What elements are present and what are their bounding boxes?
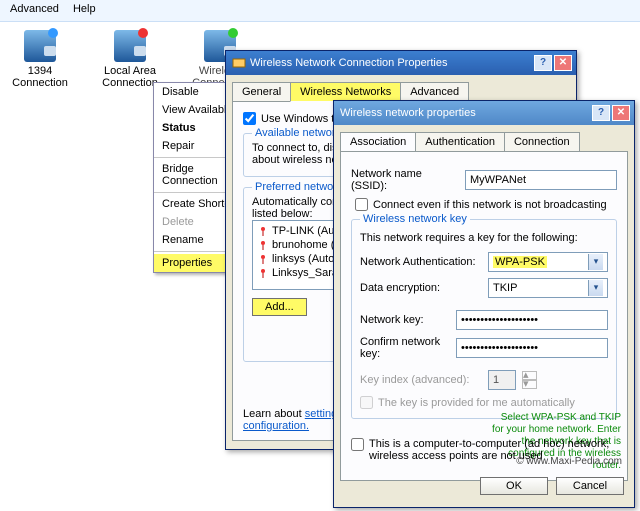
menu-help[interactable]: Help	[73, 3, 96, 18]
confkey-input[interactable]	[456, 338, 608, 358]
tab-association[interactable]: Association	[340, 132, 416, 152]
spinner-down-icon: ▾	[522, 380, 537, 389]
keyidx-input	[488, 370, 516, 390]
tab-page: Network name (SSID): Connect even if thi…	[340, 151, 628, 481]
cancel-button[interactable]: Cancel	[556, 477, 624, 495]
credit-text: © www.Maxi-Pedia.com	[516, 456, 622, 467]
confkey-label: Confirm network key:	[360, 336, 450, 360]
netauth-label: Network Authentication:	[360, 256, 482, 268]
dataenc-combo[interactable]: TKIP ▾	[488, 278, 608, 298]
conn-label: 1394 Connection	[10, 65, 70, 89]
titlebar[interactable]: Wireless network properties ? ✕	[334, 101, 634, 125]
tab-advanced[interactable]: Advanced	[400, 82, 469, 102]
combo-value: WPA-PSK	[493, 256, 547, 268]
chevron-down-icon[interactable]: ▾	[588, 254, 603, 270]
connect-even-label: Connect even if this network is not broa…	[373, 199, 607, 211]
antenna-icon	[258, 226, 268, 236]
dataenc-label: Data encryption:	[360, 282, 482, 294]
antenna-icon	[258, 240, 268, 250]
autokey-label: The key is provided for me automatically	[378, 397, 575, 409]
window-icon	[232, 56, 246, 70]
window-title: Wireless network properties	[340, 107, 590, 119]
wireless-key-group: Wireless network key This network requir…	[351, 219, 617, 419]
tabs: General Wireless Networks Advanced	[232, 82, 570, 102]
network-icon	[114, 30, 146, 62]
wireless-network-properties-window: Wireless network properties ? ✕ Associat…	[333, 100, 635, 508]
help-button[interactable]: ?	[592, 105, 610, 121]
tab-connection[interactable]: Connection	[504, 132, 580, 152]
ssid-label: Network name (SSID):	[351, 168, 459, 192]
menubar: Advanced Help	[0, 0, 640, 22]
add-button[interactable]: Add...	[252, 298, 307, 316]
combo-value: TKIP	[493, 282, 517, 294]
conn-label: Local Area Connection	[100, 65, 160, 89]
chevron-down-icon[interactable]: ▾	[588, 280, 603, 296]
netkey-label: Network key:	[360, 314, 450, 326]
connections-area: 1394 Connection Local Area Connection Wi…	[10, 30, 250, 89]
antenna-icon	[258, 268, 268, 278]
help-button[interactable]: ?	[534, 55, 552, 71]
conn-lan[interactable]: Local Area Connection	[100, 30, 160, 89]
use-windows-checkbox[interactable]	[243, 112, 256, 125]
keyidx-label: Key index (advanced):	[360, 374, 482, 386]
antenna-icon	[258, 254, 268, 264]
tabs: Association Authentication Connection	[340, 132, 628, 152]
menu-advanced[interactable]: Advanced	[10, 3, 59, 18]
learn-text: Learn about	[243, 408, 302, 420]
config-link[interactable]: configuration.	[243, 420, 309, 432]
network-icon	[24, 30, 56, 62]
conn-1394[interactable]: 1394 Connection	[10, 30, 70, 89]
requires-text: This network requires a key for the foll…	[360, 232, 608, 244]
netauth-combo[interactable]: WPA-PSK ▾	[488, 252, 608, 272]
group-legend: Wireless network key	[360, 213, 470, 225]
tab-wireless-networks[interactable]: Wireless Networks	[290, 82, 401, 102]
window-title: Wireless Network Connection Properties	[250, 57, 532, 69]
connect-even-checkbox[interactable]	[355, 198, 368, 211]
adhoc-checkbox[interactable]	[351, 438, 364, 451]
ssid-input[interactable]	[465, 170, 617, 190]
close-button[interactable]: ✕	[554, 55, 572, 71]
tab-general[interactable]: General	[232, 82, 291, 102]
titlebar[interactable]: Wireless Network Connection Properties ?…	[226, 51, 576, 75]
ok-button[interactable]: OK	[480, 477, 548, 495]
tab-authentication[interactable]: Authentication	[415, 132, 505, 152]
close-button[interactable]: ✕	[612, 105, 630, 121]
autokey-checkbox	[360, 396, 373, 409]
netkey-input[interactable]	[456, 310, 608, 330]
